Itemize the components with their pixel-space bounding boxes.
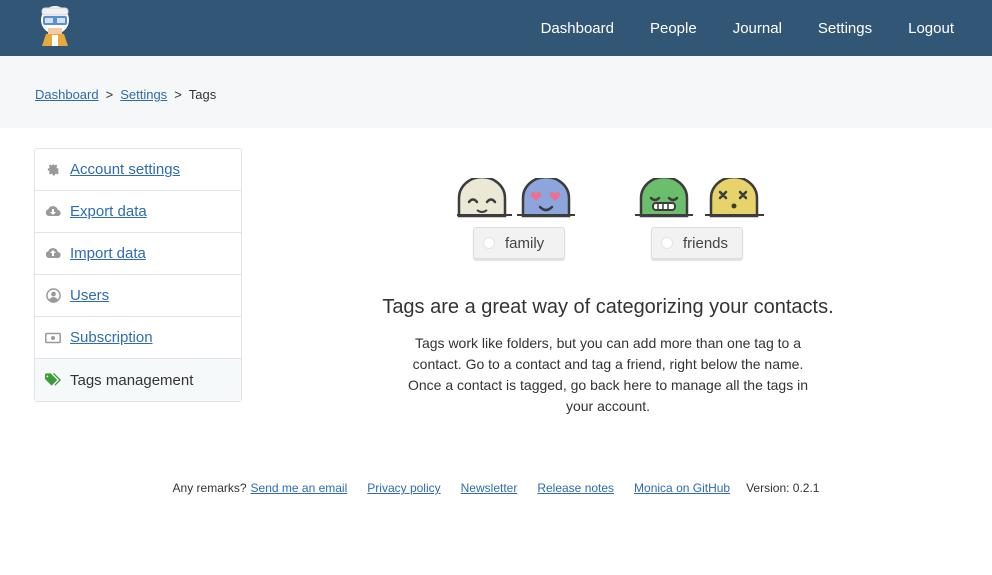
breadcrumb-dashboard[interactable]: Dashboard [35,87,99,102]
cloud-download-icon [45,204,61,220]
monica-logo[interactable] [36,4,74,46]
breadcrumb-bar: Dashboard > Settings > Tags [0,56,992,128]
nav-journal[interactable]: Journal [733,20,782,37]
main-nav: Dashboard People Journal Settings Logout [541,0,954,56]
page-description: Tags work like folders, but you can add … [407,335,809,414]
sidebar-item-label: Tags management [70,371,194,389]
grinning-face-icon [635,178,693,218]
breadcrumb-separator: > [174,87,182,102]
nav-dashboard[interactable]: Dashboard [541,20,614,37]
radio-icon [661,237,673,249]
tag-label: friends [683,234,729,252]
page-headline: Tags are a great way of categorizing you… [382,296,834,318]
footer-link-privacy[interactable]: Privacy policy [367,481,440,495]
footer-link-github[interactable]: Monica on GitHub [634,481,730,495]
money-icon [45,330,61,346]
sidebar-item-tags-management[interactable]: Tags management [35,359,241,401]
heart-eyes-face-icon [517,178,575,218]
footer: Any remarks? Send me an email Privacy poli… [0,481,992,495]
gear-icon [45,162,61,178]
tags-icon [45,372,61,388]
breadcrumb-current: Tags [188,87,217,102]
settings-sidebar: Account settings Export data Import data… [34,148,242,402]
tag-button-family[interactable]: family [473,227,565,259]
tag-label: family [505,234,545,252]
breadcrumb-settings[interactable]: Settings [120,87,167,102]
nav-settings[interactable]: Settings [818,20,872,37]
faces-illustration [457,178,764,218]
breadcrumb: Dashboard > Settings > Tags [35,87,216,102]
footer-link-release-notes[interactable]: Release notes [537,481,614,495]
dizzy-face-icon [705,178,764,218]
nav-people[interactable]: People [650,20,697,37]
sidebar-item-label[interactable]: Subscription [70,329,153,346]
cloud-upload-icon [45,246,61,262]
sidebar-item-account-settings[interactable]: Account settings [35,149,241,191]
sidebar-item-label[interactable]: Export data [70,203,147,220]
sidebar-item-label[interactable]: Users [70,287,109,304]
sidebar-item-users[interactable]: Users [35,275,241,317]
tag-button-friends[interactable]: friends [651,227,743,259]
footer-remarks: Any remarks? [172,481,247,495]
user-circle-icon [45,288,61,304]
sidebar-item-label[interactable]: Import data [70,245,146,262]
footer-version: Version: 0.2.1 [746,481,820,495]
footer-link-email[interactable]: Send me an email [251,481,348,495]
sidebar-item-subscription[interactable]: Subscription [35,317,241,359]
top-navbar: Dashboard People Journal Settings Logout [0,0,992,56]
radio-icon [483,237,495,249]
sidebar-item-export-data[interactable]: Export data [35,191,241,233]
sidebar-item-label[interactable]: Account settings [70,161,180,178]
breadcrumb-separator: > [105,87,114,102]
smiling-face-icon [457,178,512,218]
sidebar-item-import-data[interactable]: Import data [35,233,241,275]
nav-logout[interactable]: Logout [908,20,954,37]
footer-link-newsletter[interactable]: Newsletter [461,481,518,495]
